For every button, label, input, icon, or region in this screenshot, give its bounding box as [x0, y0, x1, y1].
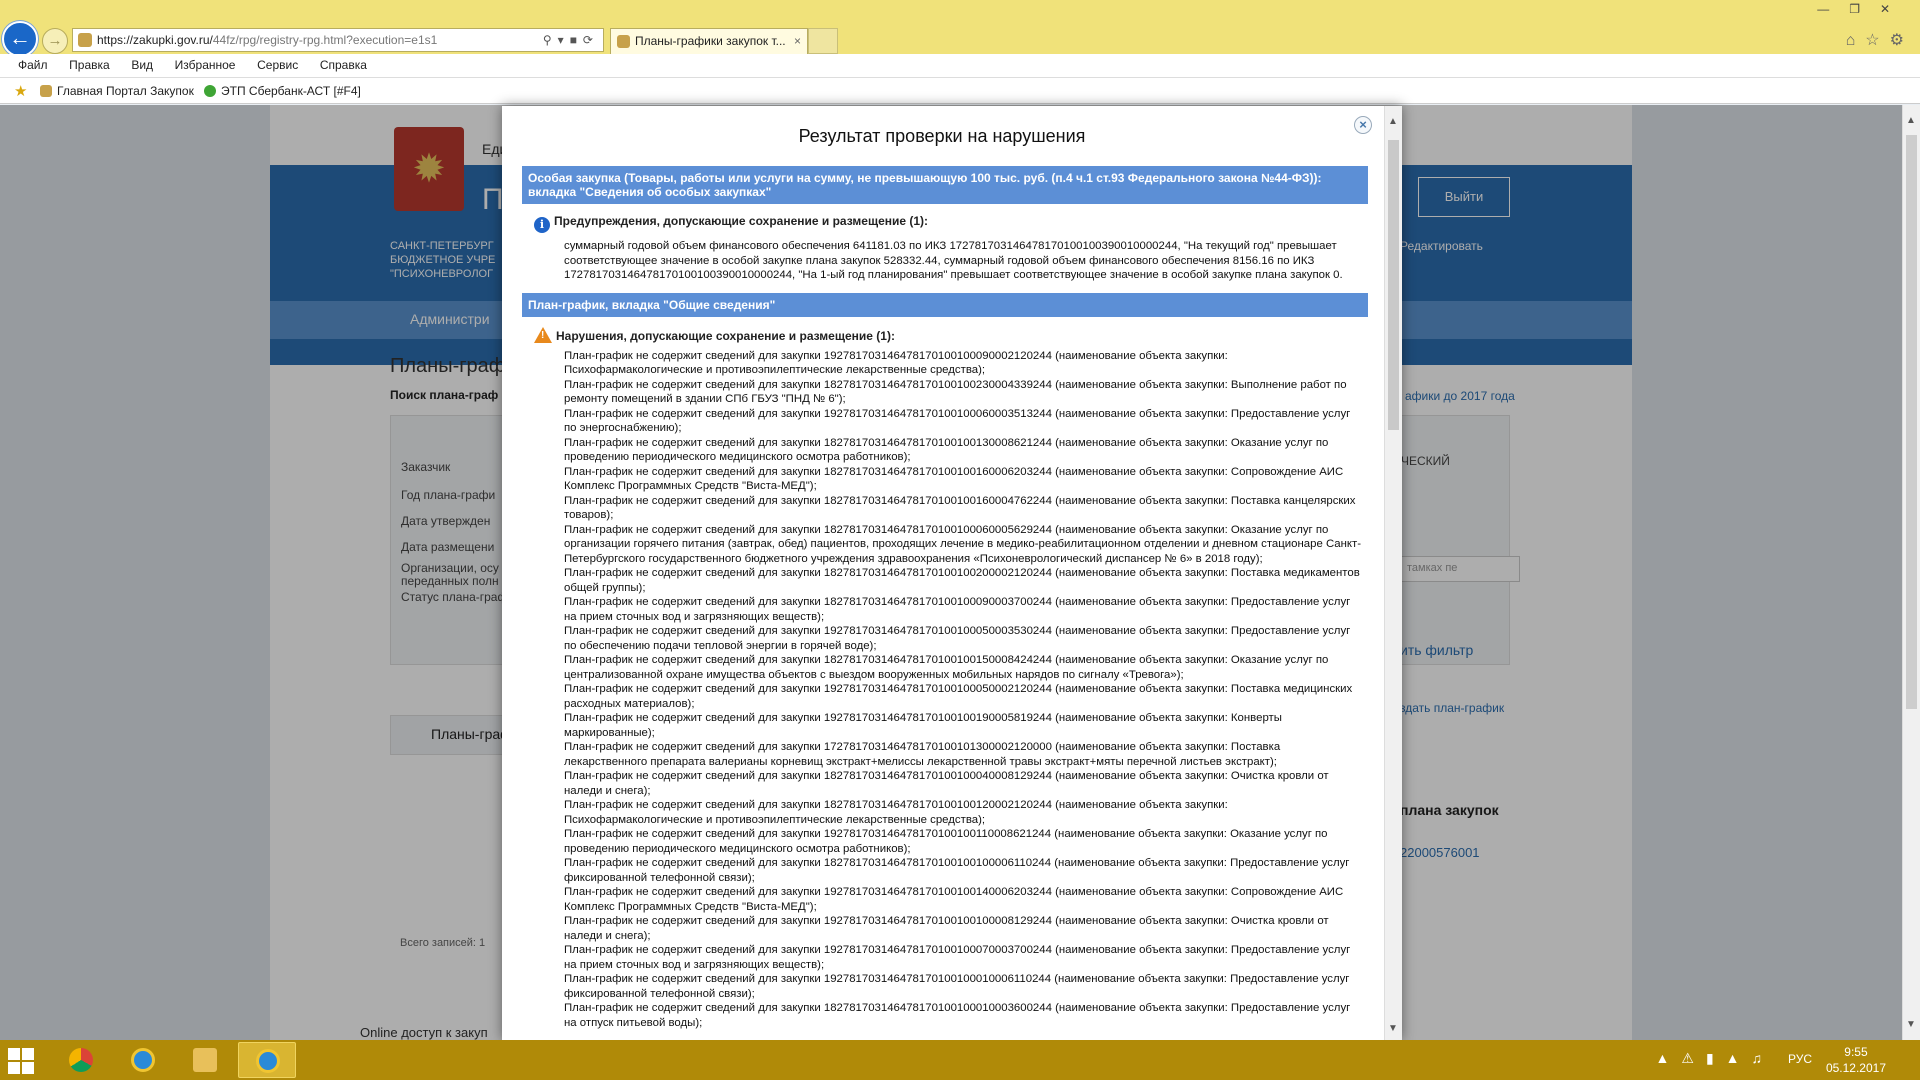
- favorite-link-sberbank-ast[interactable]: ЭТП Сбербанк-АСТ [#F4]: [204, 84, 361, 98]
- violation-message: План-график не содержит сведений для зак…: [564, 886, 1344, 913]
- ie-icon: [131, 1048, 155, 1072]
- violation-message: План-график не содержит сведений для зак…: [564, 1002, 1351, 1029]
- chrome-icon: [69, 1048, 93, 1072]
- violation-message: План-график не содержит сведений для зак…: [564, 378, 1347, 406]
- clock-time: 9:55: [1844, 1045, 1868, 1059]
- violation-message: План-график не содержит сведений для зак…: [564, 436, 1329, 464]
- violation-message: План-график не содержит сведений для зак…: [564, 828, 1328, 855]
- violations-dialog: Результат проверки на нарушения × Особая…: [502, 106, 1402, 1040]
- site-favicon-icon: [78, 33, 92, 47]
- section-subheader: i Предупреждения, допускающие сохранение …: [522, 210, 1368, 239]
- violations-list: План-график не содержит сведений для зак…: [522, 349, 1368, 1031]
- subheader-text: Предупреждения, допускающие сохранение и…: [554, 214, 929, 228]
- url-path: 44fz/rpg/registry-rpg.html?execution=e1s…: [212, 33, 438, 47]
- tray-icons[interactable]: ▲⚠▮▲♫: [1656, 1050, 1774, 1067]
- clock-date: 05.12.2017: [1825, 1061, 1886, 1075]
- scroll-up-icon[interactable]: ▲: [1906, 115, 1916, 126]
- tab-title: Планы-графики закупок т...: [635, 34, 786, 48]
- section-special-purchase: Особая закупка (Товары, работы или услуг…: [522, 166, 1368, 283]
- violation-message: План-график не содержит сведений для зак…: [564, 407, 1351, 435]
- violation-message: План-график не содержит сведений для зак…: [564, 915, 1329, 942]
- violation-message: План-график не содержит сведений для зак…: [564, 654, 1329, 681]
- new-tab-button[interactable]: [808, 28, 838, 54]
- start-logo-part: [8, 1048, 20, 1060]
- menu-edit[interactable]: Правка: [69, 54, 110, 72]
- menu-file[interactable]: Файл: [18, 54, 48, 72]
- menu-favorites[interactable]: Избранное: [175, 54, 236, 72]
- dialog-close-button[interactable]: ×: [1354, 116, 1372, 134]
- favorites-bar: ★ Главная Портал Закупок ЭТП Сбербанк-АС…: [0, 78, 1920, 104]
- start-logo-part: [8, 1062, 20, 1074]
- info-icon: i: [534, 217, 550, 233]
- menu-help[interactable]: Справка: [320, 54, 367, 72]
- input-language[interactable]: РУС: [1788, 1052, 1812, 1066]
- violation-message: План-график не содержит сведений для зак…: [564, 857, 1350, 884]
- section-header: План-график, вкладка "Общие сведения": [522, 292, 1368, 317]
- section-general-info: План-график, вкладка "Общие сведения" ! Н…: [522, 292, 1368, 1031]
- subheader-text: Нарушения, допускающие сохранение и разм…: [556, 328, 895, 343]
- clock[interactable]: 9:55 05.12.2017: [1826, 1044, 1886, 1076]
- scroll-down-icon[interactable]: ▼: [1388, 1023, 1398, 1034]
- tab-favicon-icon: [617, 35, 630, 48]
- url-host: https://zakupki.gov.ru/: [97, 33, 213, 47]
- violation-message: План-график не содержит сведений для зак…: [564, 683, 1353, 710]
- tab-close-icon[interactable]: ×: [794, 29, 801, 53]
- dialog-scroll-thumb[interactable]: [1388, 140, 1399, 430]
- scroll-down-icon[interactable]: ▼: [1906, 1019, 1916, 1030]
- menu-tools[interactable]: Сервис: [257, 54, 298, 72]
- address-tools-icon[interactable]: ⚲▾■⟳: [543, 29, 599, 51]
- windows-start-button[interactable]: [8, 1048, 34, 1074]
- favorite-label: ЭТП Сбербанк-АСТ [#F4]: [221, 84, 361, 98]
- start-logo-part: [22, 1048, 34, 1060]
- browser-tab[interactable]: Планы-графики закупок т... ×: [610, 28, 808, 54]
- page-scroll-thumb[interactable]: [1906, 135, 1917, 709]
- violation-message: План-график не содержит сведений для зак…: [564, 799, 1228, 826]
- ie-icon: [256, 1049, 280, 1073]
- dialog-scrollbar[interactable]: ▲ ▼: [1384, 106, 1402, 1040]
- browser-toolbar-icons[interactable]: ⌂☆⚙: [1846, 30, 1914, 50]
- section-header: Особая закупка (Товары, работы или услуг…: [522, 166, 1368, 204]
- window-controls[interactable]: —❐✕: [1817, 2, 1910, 16]
- violation-message: План-график не содержит сведений для зак…: [564, 625, 1351, 652]
- warning-message: суммарный годовой объем финансового обес…: [564, 240, 1343, 281]
- dialog-title: Результат проверки на нарушения: [798, 126, 1086, 146]
- violation-message: План-график не содержит сведений для зак…: [564, 973, 1350, 1000]
- section-subheader: ! Нарушения, допускающие сохранение и раз…: [522, 323, 1368, 349]
- scroll-up-icon[interactable]: ▲: [1388, 116, 1398, 127]
- violation-message: План-график не содержит сведений для зак…: [564, 494, 1356, 522]
- forward-button[interactable]: →: [42, 28, 68, 54]
- explorer-taskbar-icon[interactable]: [176, 1042, 234, 1078]
- sberbank-favicon-icon: [204, 85, 216, 97]
- ie-taskbar-icon[interactable]: [114, 1042, 172, 1078]
- favorite-label: Главная Портал Закупок: [57, 84, 194, 98]
- chrome-taskbar-icon[interactable]: [52, 1042, 110, 1078]
- zakupki-favicon-icon: [40, 85, 52, 97]
- folder-icon: [193, 1048, 217, 1072]
- browser-titlebar: ← → https://zakupki.gov.ru/44fz/rpg/regi…: [0, 0, 1920, 57]
- favorite-link-zakupki[interactable]: Главная Портал Закупок: [40, 84, 194, 98]
- menu-bar: Файл Правка Вид Избранное Сервис Справка: [0, 54, 1920, 78]
- violation-message: План-график не содержит сведений для зак…: [564, 741, 1281, 768]
- start-logo-part: [22, 1062, 34, 1074]
- violation-message: План-график не содержит сведений для зак…: [564, 712, 1282, 739]
- menu-view[interactable]: Вид: [131, 54, 153, 72]
- violation-message: План-график не содержит сведений для зак…: [564, 944, 1351, 971]
- favorites-star-icon[interactable]: ★: [14, 82, 27, 100]
- dialog-body: Особая закупка (Товары, работы или услуг…: [522, 166, 1368, 1040]
- violation-message: План-график не содержит сведений для зак…: [564, 567, 1360, 594]
- violation-message: План-график не содержит сведений для зак…: [564, 523, 1362, 565]
- back-button[interactable]: ←: [2, 21, 38, 57]
- violation-message: План-график не содержит сведений для зак…: [564, 770, 1329, 797]
- page-scrollbar[interactable]: ▲ ▼: [1902, 105, 1920, 1040]
- violation-message: План-график не содержит сведений для зак…: [564, 349, 1228, 377]
- warning-icon: !: [534, 326, 552, 343]
- taskbar: ▲⚠▮▲♫ РУС 9:55 05.12.2017: [0, 1040, 1920, 1080]
- address-bar[interactable]: https://zakupki.gov.ru/44fz/rpg/registry…: [72, 28, 604, 52]
- ie-active-taskbar-icon[interactable]: [238, 1042, 296, 1078]
- violation-message: План-график не содержит сведений для зак…: [564, 465, 1344, 493]
- violation-message: План-график не содержит сведений для зак…: [564, 596, 1351, 623]
